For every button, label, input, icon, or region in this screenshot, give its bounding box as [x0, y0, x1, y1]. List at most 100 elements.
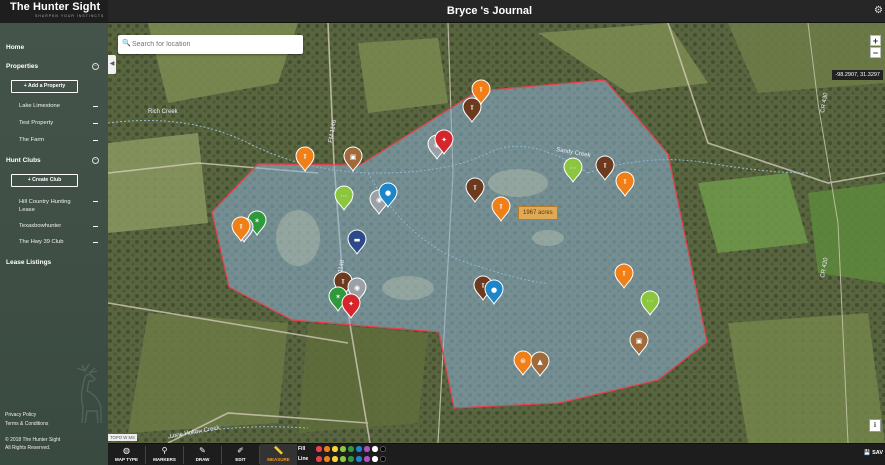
brand-logo[interactable]: The Hunter Sight SHARPEN YOUR INSTINCTS — [0, 0, 108, 23]
save-button[interactable]: 💾 SAV — [864, 450, 883, 456]
color-swatch[interactable] — [356, 456, 362, 462]
club-item-hill-country[interactable]: Hill Country Hunting Lease — [19, 198, 81, 214]
club-item-hwy-39[interactable]: The Hwy 39 Club — [19, 239, 63, 245]
treestand-icon: ⫪ — [499, 203, 503, 211]
collapse-properties-icon[interactable]: − — [92, 63, 99, 70]
color-swatch[interactable] — [316, 446, 322, 452]
deer-silhouette-icon — [76, 363, 102, 423]
app-root: The Hunter Sight SHARPEN YOUR INSTINCTS … — [0, 0, 885, 465]
search-input[interactable] — [132, 38, 297, 50]
layer-label: TOPO W MS — [108, 434, 137, 441]
color-swatch[interactable] — [340, 446, 346, 452]
color-swatch[interactable] — [332, 446, 338, 452]
color-swatch[interactable] — [316, 456, 322, 462]
blind-icon: ▬ — [354, 236, 361, 244]
tracks-icon: ⋯ — [570, 164, 577, 172]
rub-icon: ✶ — [254, 217, 260, 225]
tool-measure[interactable]: 📏 MEASURE — [260, 444, 297, 465]
gear-icon[interactable]: ⚙ — [874, 5, 883, 16]
rights-text: All Rights Reserved. — [5, 445, 51, 451]
marker-icon: ⚲ — [161, 446, 168, 455]
zoom-out-button[interactable]: − — [870, 47, 881, 58]
privacy-policy-link[interactable]: Privacy Policy — [5, 412, 36, 418]
color-swatch[interactable] — [380, 446, 386, 452]
sidebar-section-properties[interactable]: Properties — [6, 63, 38, 70]
color-swatch[interactable] — [380, 456, 386, 462]
color-swatch[interactable] — [348, 456, 354, 462]
tracks-icon: ⋯ — [647, 297, 654, 305]
atv-icon: ⊛ — [520, 357, 526, 365]
property-item-the-farm[interactable]: The Farm — [19, 137, 44, 143]
sidebar-item-home[interactable]: Home — [6, 44, 24, 51]
remove-club-icon[interactable] — [93, 201, 98, 203]
collapse-hunt-clubs-icon[interactable]: − — [92, 157, 99, 164]
info-button[interactable]: i — [869, 419, 881, 432]
page-title: Bryce 's Journal — [446, 5, 533, 17]
bottom-toolbar: ◍ MAP TYPE ⚲ MARKERS ✎ DRAW ✐ EDIT 📏 MEA… — [108, 443, 885, 465]
color-swatch[interactable] — [372, 456, 378, 462]
zoom-in-button[interactable]: + — [870, 35, 881, 46]
water-icon: ● — [385, 189, 391, 197]
location-search[interactable]: 🔍 — [118, 35, 303, 54]
tool-map-type[interactable]: ◍ MAP TYPE — [108, 444, 145, 465]
tool-markers[interactable]: ⚲ MARKERS — [146, 444, 183, 465]
sidebar-section-hunt-clubs[interactable]: Hunt Clubs — [6, 157, 41, 164]
rub-icon: ✶ — [335, 293, 341, 301]
tool-edit[interactable]: ✐ EDIT — [222, 444, 259, 465]
remove-club-icon[interactable] — [93, 242, 98, 244]
edit-icon: ✐ — [237, 446, 244, 455]
sidebar-collapse-toggle[interactable]: ◀ — [108, 55, 116, 74]
property-item-lake-limestone[interactable]: Lake Limestone — [19, 103, 60, 109]
remove-property-icon[interactable] — [93, 140, 98, 142]
tool-label: DRAW — [195, 457, 210, 462]
save-icon: 💾 — [863, 450, 871, 456]
color-swatch[interactable] — [332, 456, 338, 462]
tool-label: EDIT — [235, 457, 246, 462]
coordinate-readout: -98.2907, 31.3297 — [832, 70, 883, 80]
fill-label: Fill — [298, 446, 306, 452]
brand-tagline: SHARPEN YOUR INSTINCTS — [35, 14, 105, 18]
color-swatch[interactable] — [324, 446, 330, 452]
line-label: Line — [298, 456, 309, 462]
tool-label: MARKERS — [153, 457, 176, 462]
color-swatch[interactable] — [356, 446, 362, 452]
treestand-icon: ⫪ — [481, 282, 485, 290]
camp-icon: ▲ — [537, 358, 543, 366]
treestand-icon: ⫪ — [341, 278, 345, 286]
treestand-icon: ⫪ — [622, 270, 626, 278]
satellite-map[interactable]: FM 1146 FM 1146 Rich Creek Lone Hollow C… — [108, 23, 885, 443]
globe-icon: ◍ — [123, 446, 130, 455]
remove-property-icon[interactable] — [93, 106, 98, 108]
terms-link[interactable]: Terms & Conditions — [5, 421, 48, 427]
color-swatch[interactable] — [348, 446, 354, 452]
sidebar-item-lease-listings[interactable]: Lease Listings — [6, 259, 51, 266]
kill-icon: ✦ — [348, 300, 354, 308]
brand-name: The Hunter Sight — [10, 1, 101, 13]
copyright-text: © 2018 The Hunter Sight — [5, 437, 61, 443]
remove-property-icon[interactable] — [93, 123, 98, 125]
color-swatch[interactable] — [372, 446, 378, 452]
color-swatch[interactable] — [364, 456, 370, 462]
feeder-icon: ▣ — [636, 337, 643, 345]
tool-draw[interactable]: ✎ DRAW — [184, 444, 221, 465]
treestand-icon: ⫪ — [603, 162, 607, 170]
remove-club-icon[interactable] — [93, 226, 98, 228]
tool-label: MEASURE — [267, 457, 290, 462]
treestand-icon: ⫪ — [470, 104, 474, 112]
feeder-icon: ▣ — [350, 153, 357, 161]
color-swatch[interactable] — [364, 446, 370, 452]
color-swatch[interactable] — [340, 456, 346, 462]
map-view[interactable]: FM 1146 FM 1146 Rich Creek Lone Hollow C… — [108, 23, 885, 443]
kill-icon: ✦ — [441, 136, 447, 144]
club-item-texasbowhunter[interactable]: Texasbowhunter — [19, 223, 61, 229]
property-item-test-property[interactable]: Test Property — [19, 120, 53, 126]
create-club-button[interactable]: + Create Club — [11, 174, 78, 187]
sidebar: Home Properties − + Add a Property Lake … — [0, 23, 108, 465]
add-property-button[interactable]: + Add a Property — [11, 80, 78, 93]
pencil-icon: ✎ — [199, 446, 206, 455]
water-icon: ● — [491, 286, 497, 294]
color-swatch[interactable] — [324, 456, 330, 462]
ruler-icon: 📏 — [273, 446, 284, 455]
treestand-icon: ⫪ — [239, 223, 243, 231]
creek-label: Rich Creek — [148, 109, 179, 115]
